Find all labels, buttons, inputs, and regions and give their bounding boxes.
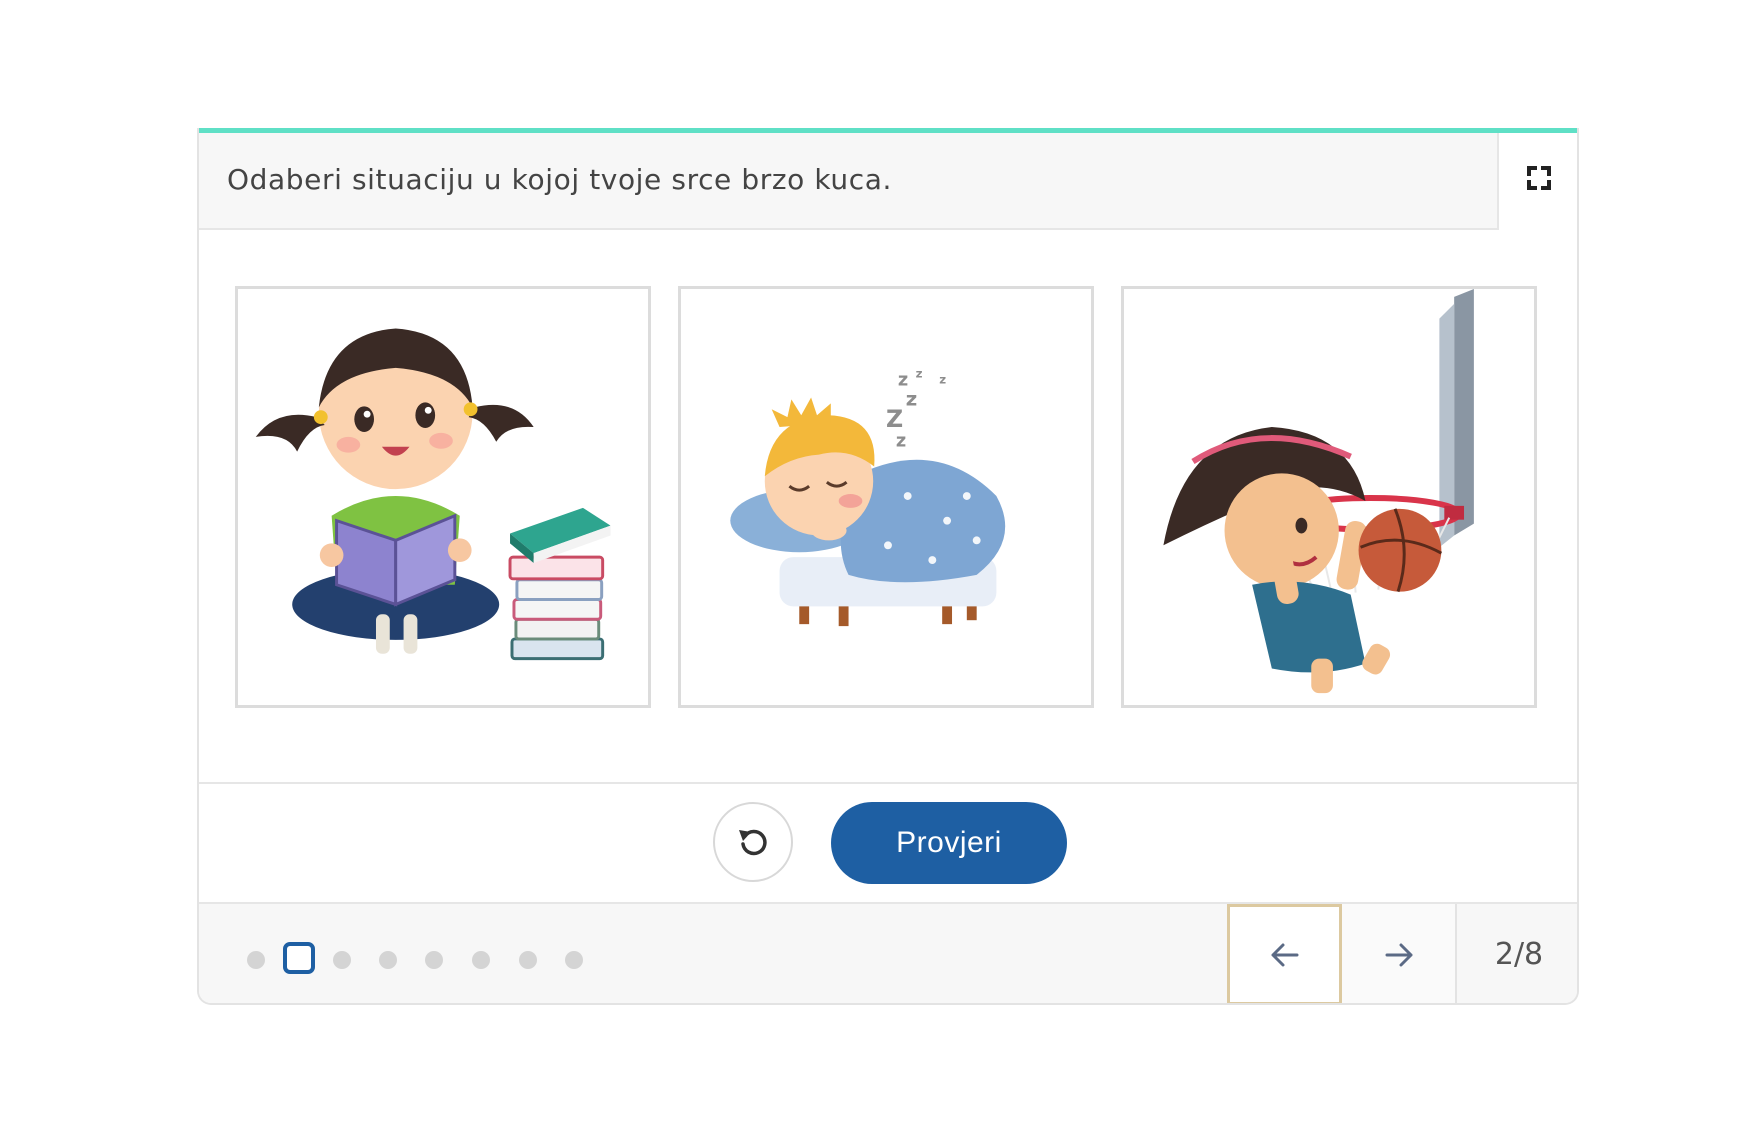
page-dot-3[interactable] — [333, 951, 351, 969]
pagination-bar: 2/8 — [199, 902, 1577, 1003]
girl-reading-illustration — [255, 328, 611, 661]
option-girl-basketball[interactable] — [1121, 286, 1537, 708]
fullscreen-icon — [1527, 166, 1551, 190]
svg-text:z: z — [896, 432, 906, 452]
girl-basketball-illustration — [1163, 289, 1474, 694]
option-child-sleeping[interactable]: z z z z Z z — [678, 286, 1094, 708]
reset-button[interactable] — [713, 802, 793, 882]
child-sleeping-illustration: z z z z Z z — [730, 367, 1006, 627]
reset-icon — [739, 829, 767, 856]
page-dot-7[interactable] — [519, 951, 537, 969]
svg-text:Z: Z — [886, 405, 903, 433]
page-dot-2-active[interactable] — [283, 942, 315, 974]
svg-text:z: z — [916, 367, 923, 381]
previous-button[interactable] — [1227, 904, 1342, 1003]
exercise-card: Odaberi situaciju u kojoj tvoje srce brz… — [197, 128, 1579, 1005]
page-dot-4[interactable] — [379, 951, 397, 969]
fullscreen-button[interactable] — [1519, 158, 1559, 198]
svg-text:z: z — [939, 373, 946, 387]
page-dot-8[interactable] — [565, 951, 583, 969]
actions-bar: Provjeri — [199, 782, 1577, 902]
question-text: Odaberi situaciju u kojoj tvoje srce brz… — [227, 163, 892, 196]
page-counter: 2/8 — [1494, 937, 1544, 972]
question-bar: Odaberi situaciju u kojoj tvoje srce brz… — [199, 133, 1499, 230]
arrow-left-icon — [1271, 943, 1298, 966]
page-dot-1[interactable] — [247, 951, 265, 969]
arrow-right-icon — [1385, 943, 1412, 966]
next-button[interactable] — [1342, 904, 1457, 1003]
page-dot-5[interactable] — [425, 951, 443, 969]
check-button[interactable]: Provjeri — [831, 802, 1067, 884]
svg-text:z: z — [906, 387, 917, 410]
page-dot-6[interactable] — [472, 951, 490, 969]
option-girl-reading[interactable] — [235, 286, 651, 708]
